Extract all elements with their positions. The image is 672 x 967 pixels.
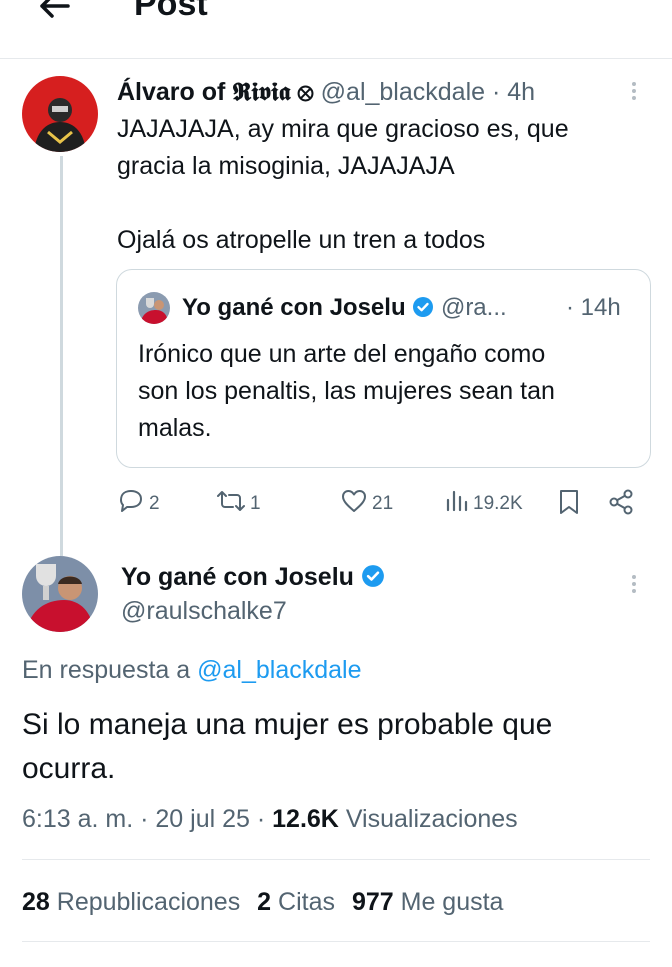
reposts-stat[interactable]: 28 Republicaciones [22,888,247,916]
reply-context: En respuesta a @al_blackdale [22,654,362,686]
views-button[interactable]: 19.2K [445,488,523,520]
reposts-label: Republicaciones [56,888,241,916]
reply-icon [117,488,145,520]
reposts-count: 28 [22,888,50,916]
avatar-raulschalke7[interactable] [22,556,98,632]
author-name[interactable]: Yo gané con Joselu [121,563,354,591]
share-icon[interactable] [607,488,635,521]
quote-handle: @ra... [440,294,507,321]
quotes-label: Citas [278,888,335,916]
main-post-author: Yo gané con Joselu [121,561,385,596]
parent-post-text-line1: JAJAJAJA, ay mira que gracioso es, que [117,115,569,143]
analytics-icon [445,488,469,520]
author-name[interactable]: Álvaro of 𝕽𝖎𝖛𝖎𝖆 ⊗ [117,78,314,106]
views-count: 12.6K [272,805,339,833]
repost-icon [216,488,246,520]
quote-author-name: Yo gané con Joselu [182,294,406,321]
author-handle[interactable]: @al_blackdale [321,78,485,106]
repost-button[interactable]: 1 [216,488,261,520]
quote-header: Yo gané con Joselu @ra... [182,292,507,327]
views-count: 19.2K [473,493,523,514]
heart-icon [340,488,368,520]
reply-to-link[interactable]: @al_blackdale [197,656,361,684]
reply-count: 2 [149,493,160,514]
quote-time: · 14h [566,294,621,321]
verified-badge-icon [361,564,385,596]
quote-text-line1: Irónico que un arte del engaño como [138,340,546,368]
stats-divider-bottom [22,941,650,942]
reply-button[interactable]: 2 [117,488,160,520]
quote-text-line2: son los penaltis, las mujeres sean tan [138,377,555,405]
quote-text-line3: malas. [138,414,212,442]
post-time[interactable]: · 4h [492,78,535,106]
verified-badge-icon [412,295,434,327]
views-label: Visualizaciones [345,805,518,833]
avatar-alvaro[interactable] [22,76,98,152]
back-arrow-icon[interactable] [34,0,74,26]
reply-prefix: En respuesta a [22,656,191,684]
repost-count: 1 [250,493,261,514]
author-handle[interactable]: @raulschalke7 [121,596,287,626]
thread-line [60,156,63,556]
avatar-quote-author [138,292,170,324]
like-button[interactable]: 21 [340,488,393,520]
quotes-stat[interactable]: 2 Citas [257,888,342,916]
likes-count: 977 [351,888,394,916]
parent-post-header: Álvaro of 𝕽𝖎𝖛𝖎𝖆 ⊗ @al_blackdale · 4h [117,76,535,108]
main-post-text-line2: ocurra. [22,752,116,785]
post-timestamp[interactable]: 6:13 a. m. · 20 jul 25 · [22,805,265,833]
more-options-icon[interactable] [629,572,639,602]
likes-stat[interactable]: 977 Me gusta [352,888,504,916]
bookmark-icon[interactable] [556,488,582,521]
parent-post-text-line3: Ojalá os atropelle un tren a todos [117,226,486,254]
post-meta: 6:13 a. m. · 20 jul 25 · 12.6K Visualiza… [22,803,518,835]
main-post-text-line1: Si lo maneja una mujer es probable que [22,708,553,741]
likes-label: Me gusta [400,888,504,916]
header-divider [0,58,672,59]
post-stats: 28 Republicaciones 2 Citas 977 Me gusta [22,886,503,918]
stats-divider-top [22,859,650,860]
like-count: 21 [372,493,394,514]
quotes-count: 2 [257,888,272,916]
more-options-icon[interactable] [629,79,639,109]
parent-post-text-line2: gracia la misoginia, JAJAJAJA [117,152,455,180]
page-title: Post [134,0,208,23]
